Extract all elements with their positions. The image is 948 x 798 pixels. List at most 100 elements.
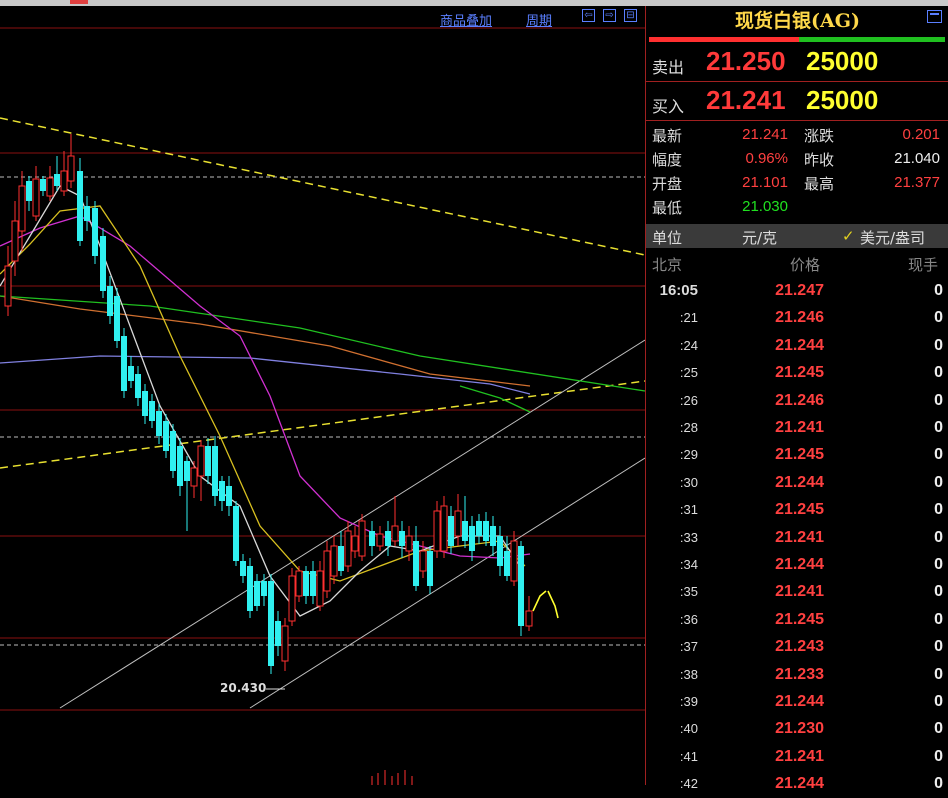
tick-time: :34 [679,557,698,572]
kline-svg [0,27,645,785]
candle-down [490,526,496,546]
candle-up [344,530,352,567]
unit-usd-option[interactable]: 美元/盎司 [860,227,925,248]
period-button[interactable]: 周期 [526,10,552,29]
candle-up [295,570,303,597]
nav-split-icon[interactable]: ⊟ [624,9,637,22]
candle-down [338,546,344,571]
tick-time: :41 [679,748,698,764]
candle-down [149,401,155,421]
tick-qty: 0 [934,336,943,354]
candle-down [177,446,183,486]
unit-bar: 单位 元/克 ✓ 美元/盎司 [646,224,948,248]
candle-up [358,520,366,557]
maximize-icon[interactable] [927,10,942,23]
candle-down [247,566,253,611]
tick-time: :24 [679,337,698,353]
ma-blue-line [0,355,531,395]
tick-time: :29 [679,447,698,463]
tick-qty: 0 [934,501,943,519]
ticks-header-time: 北京 [652,256,683,274]
ticks-header: 北京 价格 现手 [646,250,948,276]
candle-up [454,510,462,537]
candle-down [261,581,267,596]
candle-down [92,208,98,256]
candle-down [427,551,433,586]
high-label: 最高 [804,175,835,193]
tick-qty: 0 [934,610,943,628]
tick-time: :37 [679,639,698,655]
tick-price: 21.245 [775,364,824,382]
candle-down [518,546,524,626]
candle-up [190,467,198,487]
tick-qty: 0 [934,747,943,765]
quote-panel: 现货白银(AG) 卖出 21.250 25000 买入 21.241 25000… [645,6,948,792]
unit-label: 单位 [652,229,683,247]
candle-down [233,506,239,561]
window-chip [70,0,88,4]
candle-down [114,296,120,341]
kline-chart[interactable]: 商品叠加 周期 ⇦ ⇨ ⊟ 20.430 [0,6,645,785]
annotation-arrow-down [547,590,559,619]
tick-time: :33 [679,529,698,545]
tick-price: 21.244 [775,473,824,491]
tick-time: 16:05 [659,282,698,299]
channel-line-lower [249,457,645,709]
candle-down [54,174,60,186]
low-price-label: 20.430 [220,681,267,695]
tick-price: 21.245 [775,610,824,628]
ticks-header-price: 价格 [790,256,821,274]
candle-up [351,535,359,552]
candle-down [476,521,482,536]
stats-grid: 最新 21.241 涨跌 0.201 幅度 0.96% 昨收 21.040 开盘… [646,123,948,223]
candle-down [205,446,211,476]
tick-row: :34 21.244 0 [646,552,948,579]
tick-row: :31 21.245 0 [646,497,948,524]
nav-next-icon[interactable]: ⇨ [603,9,616,22]
tick-price: 21.244 [775,556,824,573]
tick-price: 21.246 [775,391,824,409]
instrument-title: 现货白银(AG) [735,10,860,32]
trend-line-up [0,380,645,469]
candle-up [67,155,75,182]
bid-ask-ratio-bar [649,37,945,42]
candle-down [275,621,281,646]
tick-row: :41 21.241 0 [646,744,948,771]
tick-qty: 0 [934,720,943,738]
candle-down [310,571,316,596]
candle-down [184,461,190,481]
sell-quote-row: 卖出 21.250 25000 [646,44,948,82]
candle-down [462,521,468,541]
candle-down [385,531,391,546]
tick-qty: 0 [934,583,943,601]
tick-qty: 0 [934,665,943,683]
candle-down [483,521,489,541]
tick-row: :36 21.245 0 [646,607,948,634]
tick-qty: 0 [934,309,943,327]
tick-qty: 0 [934,528,943,546]
tick-qty: 0 [934,282,943,299]
unit-cny-option[interactable]: 元/克 [742,227,777,248]
candle-down [413,541,419,586]
candle-down [26,181,32,201]
tick-qty: 0 [934,775,943,793]
tick-row: :39 21.244 0 [646,689,948,716]
tick-time: :21 [679,310,698,326]
candle-up [330,545,338,577]
candle-down [504,551,510,576]
open-value: 21.101 [742,174,788,191]
nav-prev-icon[interactable]: ⇦ [582,9,595,22]
ma-orange-line [0,295,531,387]
candle-up [316,570,324,607]
tick-row: :26 21.246 0 [646,388,948,415]
overlay-button[interactable]: 商品叠加 [440,10,492,29]
tick-time: :25 [679,365,698,381]
low-value: 21.030 [742,198,788,215]
tick-price: 21.245 [775,446,824,464]
tick-price: 21.244 [775,693,824,710]
tick-price: 21.246 [775,309,824,327]
candle-up [32,178,40,217]
tick-price: 21.241 [775,583,824,601]
tick-row: :24 21.244 0 [646,333,948,360]
ma-green-line [0,295,645,392]
